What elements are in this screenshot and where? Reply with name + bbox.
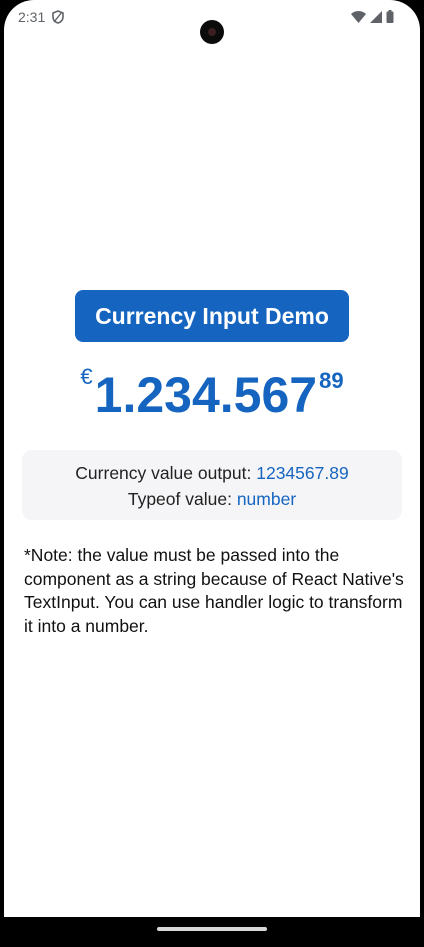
status-bar: 2:31 [4,0,420,44]
typeof-label: Typeof value: [127,489,237,509]
wifi-icon [351,10,366,28]
currency-symbol: € [80,364,93,389]
currency-input-demo-button[interactable]: Currency Input Demo [75,290,349,342]
battery-icon [386,10,394,28]
output-panel: Currency value output: 1234567.89 Typeof… [22,450,402,520]
shield-icon [52,10,64,24]
currency-output-row: Currency value output: 1234567.89 [22,460,402,486]
navigation-bar [0,917,424,947]
app-screen: 2:31 Currency Input Demo €1.234.56789 Cu… [4,0,420,917]
phone-frame: 2:31 Currency Input Demo €1.234.56789 Cu… [0,0,424,947]
currency-decimal-part: 89 [319,368,344,393]
currency-output-label: Currency value output: [75,463,257,483]
typeof-output-row: Typeof value: number [22,486,402,512]
typeof-value: number [236,489,297,509]
home-gesture-handle[interactable] [157,927,267,931]
status-time: 2:31 [18,9,46,25]
currency-output-value: 1234567.89 [256,463,349,483]
front-camera [200,20,224,44]
status-icons [351,10,394,28]
currency-integer-part: 1.234.567 [94,367,318,423]
note-text: *Note: the value must be passed into the… [24,545,404,636]
currency-input[interactable]: €1.234.56789 [4,364,420,424]
signal-icon [370,10,382,28]
